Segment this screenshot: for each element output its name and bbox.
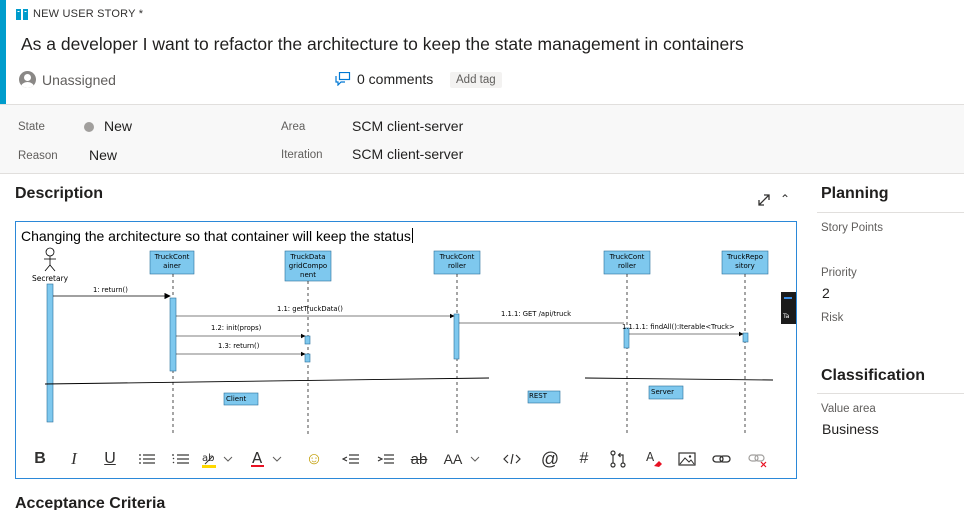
unlink-icon[interactable] xyxy=(748,447,768,471)
work-item-type-label: NEW USER STORY * xyxy=(33,8,144,20)
state-dot-icon xyxy=(84,122,94,132)
tab-fragment: Ta xyxy=(781,292,796,324)
svg-text:roller: roller xyxy=(448,262,466,270)
priority-label: Priority xyxy=(821,267,857,279)
svg-text:TruckRepo: TruckRepo xyxy=(726,253,763,261)
svg-text:sitory: sitory xyxy=(735,262,755,270)
svg-text:gridCompo: gridCompo xyxy=(289,262,327,270)
description-text-content: Changing the architecture so that contai… xyxy=(21,228,411,244)
area-label: Area xyxy=(281,121,306,133)
chevron-down-icon[interactable] xyxy=(469,447,483,471)
image-icon[interactable] xyxy=(678,447,696,471)
add-tag-button[interactable]: Add tag xyxy=(450,72,502,88)
mention-icon[interactable]: @ xyxy=(540,447,560,471)
value-area-label: Value area xyxy=(821,403,876,415)
lifeline-truck-datagrid: TruckData gridCompo nent xyxy=(284,250,332,434)
svg-text:A: A xyxy=(252,449,263,467)
comments-link[interactable]: 0 comments xyxy=(335,71,433,87)
book-icon xyxy=(16,8,28,20)
svg-text:ainer: ainer xyxy=(163,262,181,270)
svg-text:Client: Client xyxy=(226,395,247,403)
text-caret xyxy=(411,228,413,243)
svg-text:A: A xyxy=(646,450,655,464)
fields-panel: State New Reason New Area SCM client-ser… xyxy=(0,104,964,174)
svg-text:1.1.1.1: findAll():Iterable<Tr: 1.1.1.1: findAll():Iterable<Truck> xyxy=(622,323,735,331)
reason-label: Reason xyxy=(18,150,58,162)
risk-label: Risk xyxy=(821,312,844,324)
emoji-icon[interactable]: ☺ xyxy=(303,447,325,471)
message-arrows: 1: return() 1.1: getTruckData() 1.2: ini… xyxy=(53,286,744,357)
area-field[interactable]: SCM client-server xyxy=(352,118,463,134)
work-item-link-icon[interactable]: # xyxy=(576,447,592,471)
reason-field[interactable]: New xyxy=(89,147,117,163)
svg-text:roller: roller xyxy=(618,262,636,270)
svg-text:1.1.1: GET /api/truck: 1.1.1: GET /api/truck xyxy=(501,310,571,318)
state-label: State xyxy=(18,121,45,133)
lifeline-truck-controller-client: TruckCont roller xyxy=(433,250,481,434)
work-item-title[interactable]: As a developer I want to refactor the ar… xyxy=(21,34,744,55)
highlight-color-icon[interactable]: ab xyxy=(202,447,236,471)
svg-text:TruckCont: TruckCont xyxy=(154,253,190,261)
lifeline-truck-container: TruckCont ainer xyxy=(149,250,195,434)
value-area-field[interactable]: Business xyxy=(822,421,879,437)
font-size-button[interactable]: AA xyxy=(444,447,463,471)
svg-text:1: return(): 1: return() xyxy=(93,286,128,294)
description-editor[interactable]: Changing the architecture so that contai… xyxy=(15,221,797,479)
decrease-indent-icon[interactable] xyxy=(342,447,360,471)
increase-indent-icon[interactable] xyxy=(377,447,395,471)
link-icon[interactable] xyxy=(712,447,732,471)
bold-button[interactable]: B xyxy=(32,447,48,471)
acceptance-criteria-heading: Acceptance Criteria xyxy=(15,495,166,510)
work-item-type: NEW USER STORY * xyxy=(16,8,143,20)
svg-text:TruckCont: TruckCont xyxy=(609,253,645,261)
avatar-icon xyxy=(19,71,36,88)
comment-icon xyxy=(335,72,351,86)
svg-text:Server: Server xyxy=(651,388,674,396)
code-icon[interactable] xyxy=(502,447,522,471)
state-field[interactable]: New xyxy=(104,118,132,134)
assignee-picker[interactable]: Unassigned xyxy=(19,71,116,88)
svg-text:1.1: getTruckData(): 1.1: getTruckData() xyxy=(277,305,343,313)
classification-divider xyxy=(817,393,964,394)
underline-button[interactable]: U xyxy=(102,447,118,471)
comments-count: 0 comments xyxy=(357,71,434,87)
boundary-rest: REST xyxy=(527,390,561,404)
iteration-label: Iteration xyxy=(281,149,323,161)
boundary-client: Client xyxy=(223,392,259,406)
svg-text:1.3: return(): 1.3: return() xyxy=(218,342,260,350)
pull-request-icon[interactable] xyxy=(609,447,627,471)
svg-text:nent: nent xyxy=(300,271,316,279)
actor-figure: Secretary xyxy=(32,247,69,283)
clear-format-icon[interactable]: A xyxy=(645,447,663,471)
priority-field[interactable]: 2 xyxy=(822,285,830,301)
editor-toolbar: B I U ab A ☺ ab AA @ # A xyxy=(22,447,792,473)
svg-text:TruckCont: TruckCont xyxy=(439,253,475,261)
svg-text:Ta: Ta xyxy=(782,313,790,320)
work-item-header: NEW USER STORY * As a developer I want t… xyxy=(0,0,964,104)
italic-button[interactable]: I xyxy=(67,447,81,471)
bulleted-list-icon[interactable] xyxy=(138,447,156,471)
chevron-up-icon[interactable]: ⌃ xyxy=(780,192,790,206)
lifeline-truck-repository: TruckRepo sitory xyxy=(721,250,769,434)
numbered-list-icon[interactable] xyxy=(172,447,190,471)
svg-text:1.2: init(props): 1.2: init(props) xyxy=(211,324,262,332)
description-heading: Description xyxy=(15,185,104,202)
description-text[interactable]: Changing the architecture so that contai… xyxy=(21,228,413,244)
boundary-server: Server xyxy=(648,385,684,400)
strikethrough-icon[interactable]: ab xyxy=(410,447,428,471)
lifeline-truck-controller-server: TruckCont roller xyxy=(603,250,651,434)
iteration-field[interactable]: SCM client-server xyxy=(352,146,463,162)
font-color-icon[interactable]: A xyxy=(251,447,285,471)
expand-icon[interactable] xyxy=(757,193,771,207)
svg-text:TruckData: TruckData xyxy=(289,253,325,261)
svg-text:REST: REST xyxy=(529,392,548,400)
planning-heading: Planning xyxy=(821,185,889,202)
actor-label: Secretary xyxy=(32,274,69,283)
svg-text:ab: ab xyxy=(202,453,214,464)
story-points-label: Story Points xyxy=(821,222,883,234)
classification-heading: Classification xyxy=(821,367,926,384)
sequence-diagram-image: Secretary TruckCont ainer TruckData grid… xyxy=(32,247,796,434)
assignee-label: Unassigned xyxy=(42,71,116,88)
planning-divider xyxy=(817,212,964,213)
